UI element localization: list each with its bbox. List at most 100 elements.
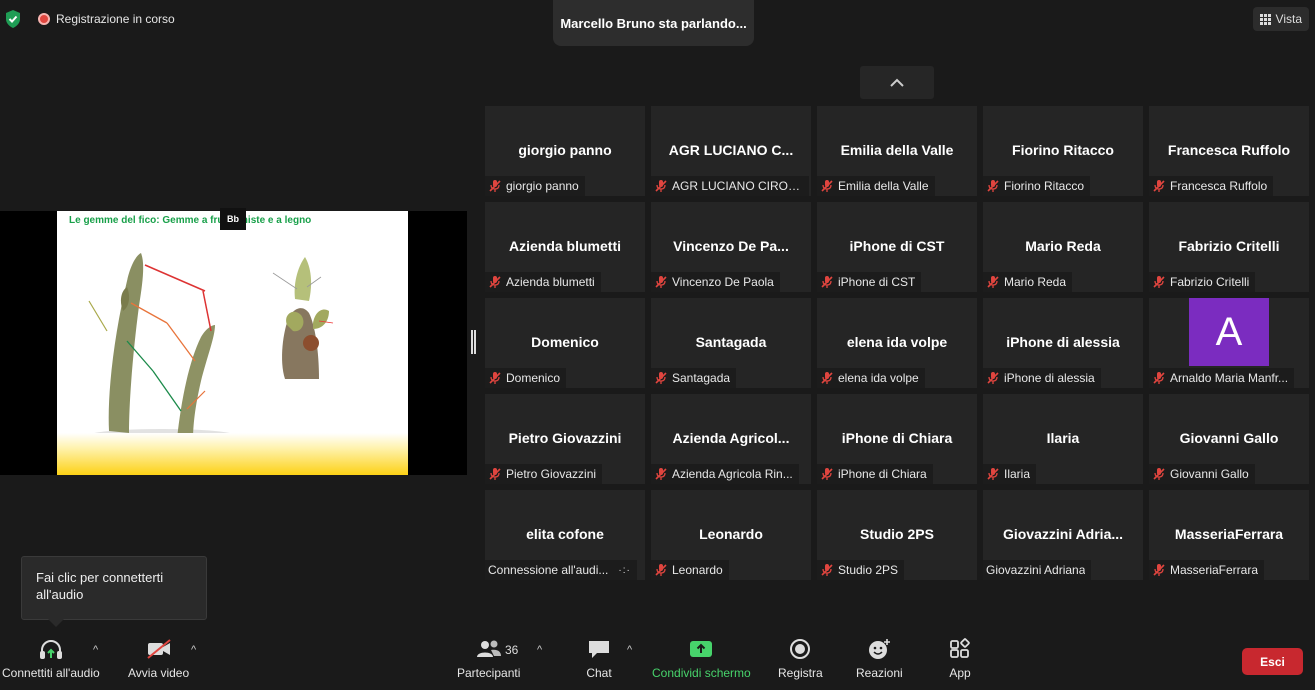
participant-tile[interactable]: MasseriaFerrara MasseriaFerrara [1149,490,1309,580]
video-options-caret[interactable]: ^ [191,644,196,656]
connect-audio-label: Connettiti all'audio [2,666,100,680]
view-button[interactable]: Vista [1252,7,1309,31]
mic-muted-icon [489,180,501,192]
mic-muted-icon [821,180,833,192]
participant-tile[interactable]: A Arnaldo Maria Manfr... [1149,298,1309,388]
participant-tile[interactable]: elena ida volpe elena ida volpe [817,298,977,388]
mic-muted-icon [821,564,833,576]
participant-tile[interactable]: AGR LUCIANO C... AGR LUCIANO CIROL... [651,106,811,196]
share-toolbar-tag[interactable]: Bb [220,208,246,230]
apps-button[interactable]: App [947,638,973,680]
splitter-handle[interactable] [471,330,476,354]
mic-muted-icon [1153,564,1165,576]
participant-label-text: AGR LUCIANO CIROL... [672,179,803,193]
participant-tile[interactable]: Fabrizio Critelli Fabrizio Critelli [1149,202,1309,292]
participant-label-text: Ilaria [1004,467,1031,481]
gallery-scroll-up-button[interactable] [860,66,934,99]
participant-tile[interactable]: Giovazzini Adria... Giovazzini Adriana [983,490,1143,580]
mic-muted-icon [1153,276,1165,288]
participant-label: Francesca Ruffolo [1149,176,1274,196]
security-shield-icon[interactable] [4,9,22,29]
participant-tile[interactable]: elita cofone Connessione all'audi... ·:· [485,490,645,580]
participant-name: Giovanni Gallo [1179,430,1279,446]
participant-name: elita cofone [526,526,604,542]
record-button[interactable]: Registra [778,638,823,680]
mic-muted-icon [655,180,667,192]
video-off-icon [146,639,171,659]
headphones-icon [39,640,62,659]
participant-label-text: Connessione all'audi... [488,563,609,577]
grid-icon [1259,13,1271,25]
participant-tile[interactable]: Emilia della Valle Emilia della Valle [817,106,977,196]
participant-label: iPhone di CST [817,272,922,292]
participant-label: Domenico [485,368,567,388]
participant-tile[interactable]: Giovanni Gallo Giovanni Gallo [1149,394,1309,484]
participant-name: AGR LUCIANO C... [668,142,794,158]
participant-name: Azienda blumetti [508,238,621,254]
participant-tile[interactable]: Azienda blumetti Azienda blumetti [485,202,645,292]
exit-button[interactable]: Esci [1242,648,1303,675]
participant-tile[interactable]: Fiorino Ritacco Fiorino Ritacco [983,106,1143,196]
apps-icon [950,638,970,658]
participant-label: iPhone di alessia [983,368,1101,388]
participant-avatar: A [1189,298,1269,366]
participant-tile[interactable]: iPhone di CST iPhone di CST [817,202,977,292]
participant-tile[interactable]: Azienda Agricol... Azienda Agricola Rin..… [651,394,811,484]
participant-label: AGR LUCIANO CIROL... [651,176,809,196]
participant-name: MasseriaFerrara [1174,526,1284,542]
participant-label: Azienda Agricola Rin... [651,464,799,484]
mic-muted-icon [821,372,833,384]
participant-gallery: giorgio panno giorgio panno AGR LUCIANO C.… [485,106,1310,580]
participant-tile[interactable]: Domenico Domenico [485,298,645,388]
participants-label: Partecipanti [457,666,521,680]
start-video-button[interactable]: Avvia video [128,638,189,680]
chevron-up-icon [890,78,904,87]
connect-audio-button[interactable]: Connettiti all'audio [2,638,100,680]
share-screen-button[interactable]: Condividi schermo [652,638,751,680]
recording-icon [38,13,50,25]
participant-label: Connessione all'audi... ·:· [485,560,637,580]
participant-tile[interactable]: Francesca Ruffolo Francesca Ruffolo [1149,106,1309,196]
participant-label-text: Santagada [672,371,731,385]
participant-label-text: Studio 2PS [838,563,899,577]
participant-label-text: elena ida volpe [838,371,919,385]
participant-label-text: MasseriaFerrara [1170,563,1259,577]
mic-muted-icon [987,180,999,192]
active-speaker-label: Marcello Bruno sta parlando... [560,15,747,31]
mic-muted-icon [489,276,501,288]
participant-tile[interactable]: iPhone di alessia iPhone di alessia [983,298,1143,388]
participant-name: Azienda Agricol... [672,430,790,446]
record-label: Registra [778,666,823,680]
participant-label: Vincenzo De Paola [651,272,780,292]
participant-label-text: Arnaldo Maria Manfr... [1170,371,1289,385]
shared-slide: Le gemme del fico: Gemme a frutto miste … [57,211,408,475]
participant-tile[interactable]: Mario Reda Mario Reda [983,202,1143,292]
shared-screen[interactable]: Le gemme del fico: Gemme a frutto miste … [0,208,467,475]
audio-options-caret[interactable]: ^ [93,644,98,656]
participant-label: Leonardo [651,560,729,580]
participant-tile[interactable]: Pietro Giovazzini Pietro Giovazzini [485,394,645,484]
participants-options-caret[interactable]: ^ [537,644,542,656]
reactions-button[interactable]: Reazioni [856,638,903,680]
participant-label: Fabrizio Critelli [1149,272,1256,292]
participant-label: MasseriaFerrara [1149,560,1265,580]
participant-tile[interactable]: Santagada Santagada [651,298,811,388]
participant-label-text: Francesca Ruffolo [1170,179,1268,193]
participant-name: elena ida volpe [846,334,948,350]
participant-tile[interactable]: Ilaria Ilaria [983,394,1143,484]
recording-indicator[interactable]: Registrazione in corso [38,12,175,26]
participant-tile[interactable]: iPhone di Chiara iPhone di Chiara [817,394,977,484]
participant-tile[interactable]: Vincenzo De Pa... Vincenzo De Paola [651,202,811,292]
participant-label-text: Domenico [506,371,561,385]
participant-tile[interactable]: Leonardo Leonardo [651,490,811,580]
participant-label-text: iPhone di alessia [1004,371,1095,385]
participant-name: Ilaria [1046,430,1080,446]
participant-tile[interactable]: giorgio panno giorgio panno [485,106,645,196]
participant-name: giorgio panno [518,142,612,158]
mic-muted-icon [1153,468,1165,480]
participant-label: Pietro Giovazzini [485,464,603,484]
chat-options-caret[interactable]: ^ [627,644,632,656]
participant-label: Giovanni Gallo [1149,464,1255,484]
participant-tile[interactable]: Studio 2PS Studio 2PS [817,490,977,580]
chat-button[interactable]: Chat [586,638,612,680]
